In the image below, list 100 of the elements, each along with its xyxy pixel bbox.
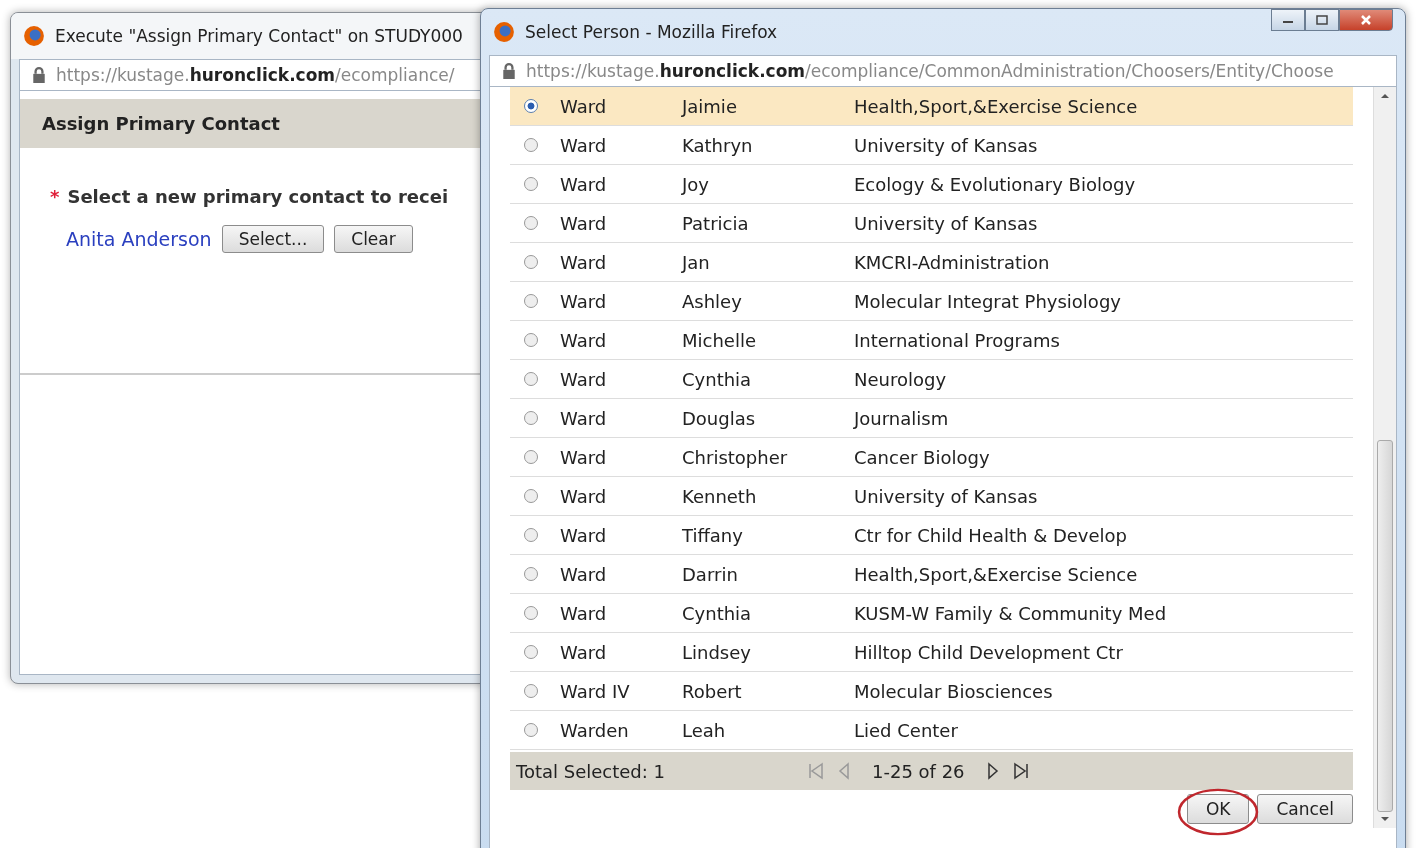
radio-button[interactable] <box>524 606 538 620</box>
first-name: Christopher <box>682 446 789 468</box>
last-name: Ward <box>560 134 608 156</box>
last-page-icon[interactable] <box>1012 762 1029 780</box>
person-row[interactable]: Ward Patricia University of Kansas <box>510 204 1353 243</box>
scroll-down-icon[interactable] <box>1380 816 1390 822</box>
radio-button[interactable] <box>524 684 538 698</box>
last-name: Ward IV <box>560 680 631 702</box>
previous-page-icon[interactable] <box>836 762 852 780</box>
scroll-up-icon[interactable] <box>1380 93 1390 99</box>
department: Journalism <box>854 407 949 429</box>
department: University of Kansas <box>854 212 1038 234</box>
first-name: Jan <box>682 251 711 273</box>
maximize-button[interactable] <box>1305 9 1339 31</box>
window-title: Select Person - Mozilla Firefox <box>525 22 778 42</box>
last-name: Warden <box>560 719 630 741</box>
contact-link[interactable]: Anita Anderson <box>66 228 212 250</box>
person-row[interactable]: Ward Lindsey Hilltop Child Development Ctr <box>510 633 1353 672</box>
person-row[interactable]: Ward Jan KMCRI-Administration <box>510 243 1353 282</box>
person-row[interactable]: Ward Cynthia KUSM-W Family & Community Med <box>510 594 1353 633</box>
first-name: Joy <box>682 173 710 195</box>
person-row[interactable]: Ward Michelle International Programs <box>510 321 1353 360</box>
radio-button[interactable] <box>524 450 538 464</box>
department: KUSM-W Family & Community Med <box>854 602 1167 624</box>
department: Neurology <box>854 368 947 390</box>
scrollbar[interactable] <box>1373 87 1396 828</box>
person-row[interactable]: Ward Christopher Cancer Biology <box>510 438 1353 477</box>
address-bar[interactable]: https://kustage.huronclick.com/ecompliance/CommonAdministration/Choosers/Entity/Choose <box>489 55 1397 87</box>
person-row[interactable]: Ward Kenneth University of Kansas <box>510 477 1353 516</box>
prompt-label: Select a new primary contact to recei <box>67 186 449 207</box>
first-name: Cynthia <box>682 602 753 624</box>
cancel-button[interactable]: Cancel <box>1257 794 1353 824</box>
first-name: Kathryn <box>682 134 754 156</box>
last-name: Ward <box>560 251 608 273</box>
department: Health,Sport,&Exercise Science <box>854 95 1138 117</box>
window-title: Execute "Assign Primary Contact" on STUDY000 <box>55 26 463 46</box>
last-name: Ward <box>560 602 608 624</box>
first-name: Tiffany <box>682 524 744 546</box>
minimize-button[interactable] <box>1271 9 1305 31</box>
address-bar[interactable]: https://kustage.huronclick.com/ecompliance/ <box>19 59 483 91</box>
close-button[interactable] <box>1339 9 1393 31</box>
department: KMCRI-Administration <box>854 251 1050 273</box>
first-name: Cynthia <box>682 368 753 390</box>
person-row[interactable]: Ward Douglas Journalism <box>510 399 1353 438</box>
radio-button[interactable] <box>524 723 538 737</box>
last-name: Ward <box>560 95 608 117</box>
close-icon <box>1360 14 1372 26</box>
department: Molecular Biosciences <box>854 680 1053 702</box>
radio-button[interactable] <box>524 294 538 308</box>
person-row[interactable]: Ward Jaimie Health,Sport,&Exercise Science <box>510 87 1353 126</box>
radio-button[interactable] <box>524 255 538 269</box>
first-name: Patricia <box>682 212 750 234</box>
last-name: Ward <box>560 485 608 507</box>
radio-button[interactable] <box>524 372 538 386</box>
person-row[interactable]: Ward IV Robert Molecular Biosciences <box>510 672 1353 711</box>
last-name: Ward <box>560 641 608 663</box>
radio-button[interactable] <box>524 138 538 152</box>
radio-button[interactable] <box>524 216 538 230</box>
radio-button[interactable] <box>524 489 538 503</box>
radio-button[interactable] <box>524 567 538 581</box>
radio-button[interactable] <box>524 333 538 347</box>
person-row[interactable]: Ward Darrin Health,Sport,&Exercise Science <box>510 555 1353 594</box>
person-row[interactable]: Ward Cynthia Neurology <box>510 360 1353 399</box>
department: Ctr for Child Health & Develop <box>854 524 1128 546</box>
radio-button[interactable] <box>524 99 538 113</box>
last-name: Ward <box>560 446 608 468</box>
browser-logo-icon <box>493 21 515 43</box>
last-name: Ward <box>560 563 608 585</box>
action-button[interactable]: Clear <box>334 225 413 253</box>
person-row[interactable]: Ward Tiffany Ctr for Child Health & Develop <box>510 516 1353 555</box>
radio-button[interactable] <box>524 528 538 542</box>
first-name: Ashley <box>682 290 743 312</box>
action-button[interactable]: Select... <box>221 225 325 253</box>
person-row[interactable]: Ward Joy Ecology & Evolutionary Biology <box>510 165 1353 204</box>
department: International Programs <box>854 329 1060 351</box>
department: Health,Sport,&Exercise Science <box>854 563 1138 585</box>
radio-button[interactable] <box>524 411 538 425</box>
first-name: Michelle <box>682 329 757 351</box>
lock-icon <box>32 67 46 83</box>
last-name: Ward <box>560 329 608 351</box>
last-name: Ward <box>560 212 608 234</box>
maximize-icon <box>1316 15 1328 25</box>
person-row[interactable]: Ward Ashley Molecular Integrat Physiology <box>510 282 1353 321</box>
last-name: Ward <box>560 368 608 390</box>
last-name: Ward <box>560 524 608 546</box>
department: Lied Center <box>854 719 958 741</box>
person-row[interactable]: Ward Kathryn University of Kansas <box>510 126 1353 165</box>
last-name: Ward <box>560 173 608 195</box>
last-name: Ward <box>560 290 608 312</box>
department: University of Kansas <box>854 134 1038 156</box>
first-page-icon[interactable] <box>808 762 824 780</box>
section-heading: Assign Primary Contact <box>20 99 482 148</box>
first-name: Douglas <box>682 407 757 429</box>
first-name: Lindsey <box>682 641 752 663</box>
first-name: Kenneth <box>682 485 758 507</box>
first-name: Robert <box>682 680 743 702</box>
ok-button[interactable]: OK <box>1186 794 1250 824</box>
radio-button[interactable] <box>524 645 538 659</box>
radio-button[interactable] <box>524 177 538 191</box>
person-row[interactable]: Warden Leah Lied Center <box>510 711 1353 750</box>
